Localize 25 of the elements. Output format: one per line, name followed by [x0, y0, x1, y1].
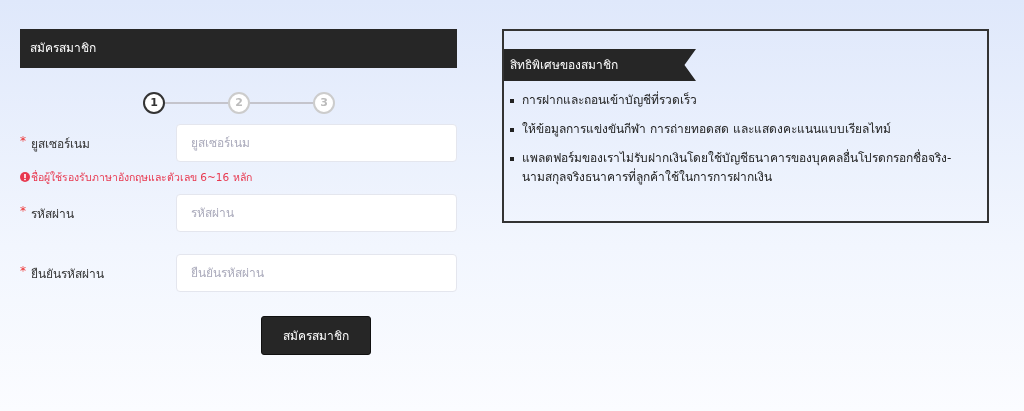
step-indicator: 1	[143, 92, 165, 114]
ribbon-title: สิทธิพิเศษของสมาชิก	[504, 49, 696, 81]
bullet-icon	[510, 128, 514, 132]
step-indicator: 2	[228, 92, 250, 114]
field-label: ยืนยันรหัสผ่าน	[31, 265, 104, 283]
bullet-icon	[510, 157, 514, 161]
required-mark: *	[20, 133, 26, 150]
form-title: สมัครสมาชิก	[20, 29, 457, 68]
step-connector	[250, 102, 313, 104]
input-field[interactable]: ยืนยันรหัสผ่าน	[176, 254, 457, 292]
field-label: ยูสเซอร์เนม	[31, 135, 90, 153]
benefit-text: ให้ข้อมูลการแข่งขันกีฬา การถ่ายทอดสด และแสดงคะแนนแบบเรียลไทม์	[522, 121, 892, 139]
required-mark: *	[20, 203, 26, 220]
input-field[interactable]: ยูสเซอร์เนม	[176, 124, 457, 162]
benefit-text: การฝากและถอนเข้าบัญชีที่รวดเร็ว	[522, 91, 698, 109]
submit-button[interactable]: สมัครสมาชิก	[261, 316, 371, 355]
benefit-text: แพลตฟอร์มของเราไม่รับฝากเงินโดยใช้บัญชีธนาคารของบุคคลอื่นโปรดกรอกชื่อจริง-นามสกุลจริงธนาคารที่ลูกค้าใช้ในการการฝากเงิน	[522, 149, 953, 187]
field-label: รหัสผ่าน	[31, 205, 74, 223]
input-field[interactable]: รหัสผ่าน	[176, 194, 457, 232]
required-mark: *	[20, 263, 26, 280]
step-indicator: 3	[313, 92, 335, 114]
alert-icon	[20, 172, 30, 182]
step-connector	[165, 102, 228, 104]
hint-text: ชื่อผู้ใช้รองรับภาษาอังกฤษและตัวเลข 6~16 หลัก	[31, 169, 252, 186]
bullet-icon	[510, 99, 514, 103]
